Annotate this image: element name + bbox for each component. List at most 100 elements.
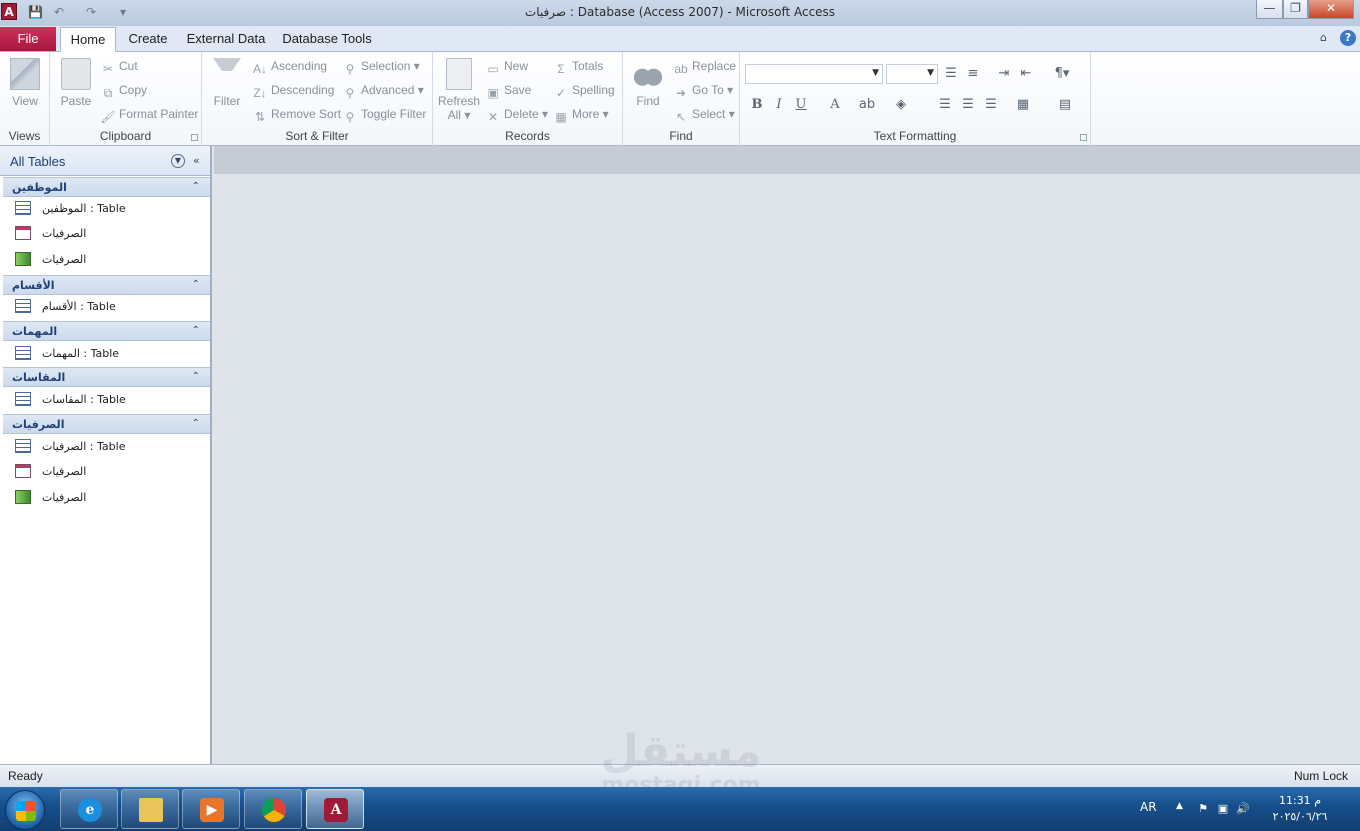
view-button[interactable]: View — [6, 58, 44, 108]
align-left-icon[interactable]: ☰ — [936, 96, 954, 114]
highlight-icon[interactable]: ab — [858, 96, 876, 114]
chrome-icon — [262, 798, 286, 822]
fill-color-icon[interactable]: ◈ — [892, 96, 910, 114]
nav-group-header[interactable]: الموظفين ⌃ — [3, 177, 210, 197]
bold-button[interactable]: B — [748, 96, 766, 114]
tab-external-data[interactable]: External Data — [184, 27, 268, 52]
underline-button[interactable]: U — [792, 96, 810, 114]
bullets-icon[interactable]: ☰ — [942, 65, 960, 83]
help-icon[interactable]: ? — [1340, 30, 1356, 46]
selection-filter-icon: ⚲ — [345, 62, 355, 76]
paragraph-direction-icon[interactable]: ¶▾ — [1050, 65, 1074, 83]
toggle-filter-button[interactable]: ⚲ Toggle Filter — [342, 104, 427, 124]
decrease-indent-icon[interactable]: ⇤ — [1017, 65, 1035, 83]
font-family-select[interactable]: ▼ — [745, 64, 883, 84]
paste-button[interactable]: Paste — [56, 58, 96, 108]
taskbar-media-player[interactable]: ▶ — [182, 789, 240, 829]
collapse-group-icon[interactable]: ⌃ — [192, 371, 200, 382]
nav-group-header[interactable]: المهمات ⌃ — [3, 321, 210, 341]
collapse-group-icon[interactable]: ⌃ — [192, 325, 200, 336]
nav-group-header[interactable]: المقاسات ⌃ — [3, 367, 210, 387]
nav-menu-dropdown-icon[interactable]: ▼ — [171, 154, 185, 168]
tab-home[interactable]: Home — [60, 27, 116, 52]
new-record-button[interactable]: ▭ New — [485, 56, 528, 76]
nav-item[interactable]: الصرفيات : Table — [3, 434, 210, 459]
taskbar-microsoft-access[interactable]: A — [306, 789, 364, 829]
tab-database-tools[interactable]: Database Tools — [280, 27, 374, 52]
table-icon — [15, 299, 31, 313]
network-icon[interactable]: ▣ — [1216, 802, 1230, 816]
taskbar-chrome[interactable] — [244, 789, 302, 829]
show-hidden-icons-icon[interactable]: ▲ — [1176, 801, 1183, 811]
collapse-group-icon[interactable]: ⌃ — [192, 418, 200, 429]
collapse-group-icon[interactable]: ⌃ — [192, 279, 200, 290]
text-formatting-dialog-launcher-icon[interactable] — [1080, 134, 1087, 141]
nav-item[interactable]: المهمات : Table — [3, 341, 210, 366]
refresh-all-button[interactable]: Refresh All ▾ — [437, 58, 481, 122]
font-size-select[interactable]: ▼ — [886, 64, 938, 84]
align-right-icon[interactable]: ☰ — [982, 96, 1000, 114]
spelling-button[interactable]: ✓ Spelling — [553, 80, 615, 100]
nav-item[interactable]: الأقسام : Table — [3, 294, 210, 319]
gridlines-icon[interactable]: ▦ — [1014, 96, 1032, 114]
language-indicator[interactable]: AR — [1140, 800, 1157, 814]
filter-button[interactable]: Filter — [208, 58, 246, 108]
nav-item[interactable]: الصرفيات — [3, 485, 210, 510]
sort-ascending-button[interactable]: A↓ Ascending — [252, 56, 327, 76]
taskbar-file-explorer[interactable] — [121, 789, 179, 829]
sort-descending-button[interactable]: Z↓ Descending — [252, 80, 334, 100]
select-button[interactable]: ↖ Select ▾ — [673, 104, 735, 124]
minimize-ribbon-icon[interactable]: ⌂ — [1320, 31, 1327, 44]
clock-date: ٢٠٢٥/٠٦/٢٦ — [1272, 810, 1328, 823]
cut-button[interactable]: ✂ Cut — [100, 56, 138, 76]
tab-create[interactable]: Create — [122, 27, 174, 52]
clipboard-dialog-launcher-icon[interactable] — [191, 134, 198, 141]
font-color-button[interactable]: A — [826, 96, 844, 114]
table-icon — [15, 439, 31, 453]
italic-button[interactable]: I — [770, 96, 788, 114]
remove-sort-icon: ⇅ — [254, 110, 266, 124]
format-painter-icon: 🖌 — [100, 110, 116, 124]
title-bar: A 💾 ↶ ↷ ▾ صرفيات : Database (Access 2007… — [0, 0, 1360, 26]
action-center-flag-icon[interactable]: ⚑ — [1196, 802, 1210, 816]
volume-icon[interactable]: 🔊 — [1236, 802, 1250, 816]
advanced-filter-icon: ⚲ — [345, 86, 355, 100]
close-button[interactable]: ✕ — [1308, 0, 1354, 19]
nav-item[interactable]: الصرفيات — [3, 247, 210, 272]
collapse-pane-icon[interactable]: « — [193, 154, 200, 167]
sort-ascending-icon: A↓ — [252, 62, 267, 76]
more-button[interactable]: ▦ More ▾ — [553, 104, 608, 124]
nav-group-header[interactable]: الأقسام ⌃ — [3, 275, 210, 295]
nav-group-header[interactable]: الصرفيات ⌃ — [3, 414, 210, 434]
delete-record-button[interactable]: ✕ Delete ▾ — [485, 104, 548, 124]
start-button[interactable] — [5, 790, 45, 830]
selection-button[interactable]: ⚲ Selection ▾ — [342, 56, 420, 76]
group-label-records: Records — [505, 129, 550, 143]
nav-item[interactable]: الموظفين : Table — [3, 196, 210, 221]
format-painter-button[interactable]: 🖌 Format Painter — [100, 104, 198, 124]
clock[interactable]: 11:31 م ٢٠٢٥/٠٦/٢٦ — [1260, 793, 1340, 825]
nav-pane-header[interactable]: All Tables ▼ « — [0, 146, 210, 176]
align-center-icon[interactable]: ☰ — [959, 96, 977, 114]
collapse-group-icon[interactable]: ⌃ — [192, 181, 200, 192]
replace-button[interactable]: ab Replace — [673, 56, 736, 76]
nav-item[interactable]: المقاسات : Table — [3, 387, 210, 412]
spelling-icon: ✓ — [555, 86, 567, 100]
remove-sort-button[interactable]: ⇅ Remove Sort — [252, 104, 341, 124]
restore-button[interactable]: ❐ — [1283, 0, 1308, 19]
tab-file[interactable]: File — [0, 27, 56, 51]
paste-icon — [61, 58, 91, 90]
increase-indent-icon[interactable]: ⇥ — [995, 65, 1013, 83]
copy-button[interactable]: ⧉ Copy — [100, 80, 147, 100]
nav-item[interactable]: الصرفيات — [3, 221, 210, 246]
find-button[interactable]: Find — [629, 58, 667, 108]
advanced-button[interactable]: ⚲ Advanced ▾ — [342, 80, 424, 100]
nav-item[interactable]: الصرفيات — [3, 459, 210, 484]
go-to-button[interactable]: ➜ Go To ▾ — [673, 80, 733, 100]
numbering-icon[interactable]: ≡ — [964, 65, 982, 83]
alternate-row-color-icon[interactable]: ▤ — [1056, 96, 1074, 114]
minimize-button[interactable]: — — [1256, 0, 1283, 19]
totals-button[interactable]: Σ Totals — [553, 56, 603, 76]
taskbar-internet-explorer[interactable]: e — [60, 789, 118, 829]
save-record-button[interactable]: ▣ Save — [485, 80, 531, 100]
